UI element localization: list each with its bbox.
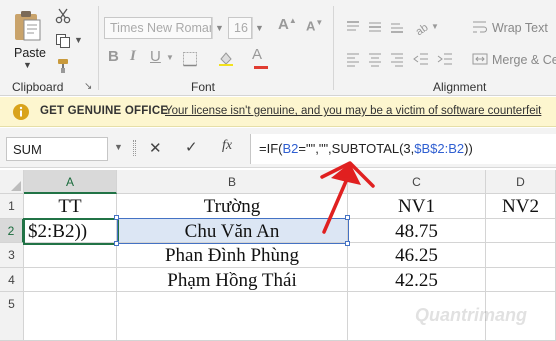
merge-center-button[interactable]: Merge & Cen (492, 53, 556, 67)
orientation-icon[interactable]: ab (413, 19, 429, 35)
formula-text: ="","",SUBTOTAL(3, (298, 141, 415, 156)
select-all-corner[interactable] (0, 170, 24, 194)
align-right-icon[interactable] (389, 51, 405, 67)
insert-function-icon[interactable]: fx (222, 138, 232, 154)
cell-b5[interactable] (117, 292, 348, 341)
ribbon: Paste ▼ ▼ Clipboard ↘ Times New Roman ▼ … (0, 0, 556, 96)
cell-c1[interactable]: NV1 (348, 194, 486, 219)
column-header-c[interactable]: C (348, 170, 486, 194)
underline-dropdown-icon[interactable]: ▼ (166, 53, 174, 62)
cell-a1[interactable]: TT (24, 194, 117, 219)
formula-ref-range: $B$2:B2 (414, 141, 465, 156)
formula-text: =IF( (259, 141, 283, 156)
font-color-swatch (254, 66, 268, 69)
cell-d3[interactable] (486, 243, 556, 268)
increase-font-icon[interactable]: A▲ (278, 16, 297, 33)
cell-b1[interactable]: Trường (117, 194, 348, 219)
cell-b2[interactable]: Chu Văn An (117, 219, 348, 243)
wrap-text-icon[interactable] (472, 19, 488, 35)
formula-bar: SUM ▼ ✕ ✓ fx =IF(B2="","",SUBTOTAL(3,$B$… (0, 128, 556, 168)
align-center-icon[interactable] (367, 51, 383, 67)
range-handle[interactable] (345, 241, 350, 246)
enter-icon[interactable]: ✓ (185, 138, 198, 156)
info-icon (13, 104, 29, 120)
column-header-a[interactable]: A (24, 170, 117, 194)
decrease-font-icon[interactable]: A▼ (306, 18, 323, 33)
cell-d2[interactable] (486, 219, 556, 243)
clipboard-launcher-icon[interactable]: ↘ (84, 81, 92, 92)
font-name-dropdown-icon[interactable]: ▼ (212, 17, 226, 39)
column-header-d[interactable]: D (486, 170, 556, 194)
format-painter-icon[interactable] (55, 58, 71, 74)
cell-c3[interactable]: 46.25 (348, 243, 486, 268)
formula-ref-b2: B2 (282, 141, 299, 156)
cell-b3[interactable]: Phan Đình Phùng (117, 243, 348, 268)
formula-input[interactable]: =IF(B2="","",SUBTOTAL(3,$B$2:B2)) (250, 134, 556, 164)
name-box[interactable]: SUM (6, 137, 108, 161)
formula-bar-grip[interactable] (133, 140, 136, 156)
cell-a4[interactable] (24, 268, 117, 292)
font-size-dropdown-icon[interactable]: ▼ (252, 17, 266, 39)
ribbon-divider (98, 6, 99, 90)
name-box-dropdown-icon[interactable]: ▼ (114, 142, 123, 152)
increase-indent-icon[interactable] (437, 51, 453, 67)
fill-color-icon[interactable] (218, 50, 234, 66)
formula-text: )) (464, 141, 473, 156)
font-name-combobox[interactable]: Times New Roman (104, 17, 212, 39)
column-header-b[interactable]: B (117, 170, 348, 194)
cell-b4[interactable]: Phạm Hồng Thái (117, 268, 348, 292)
paste-button-label[interactable]: Paste (14, 46, 46, 60)
copy-dropdown-icon[interactable]: ▼ (74, 35, 83, 45)
svg-text:ab: ab (414, 22, 429, 35)
bold-icon[interactable]: B (108, 48, 119, 65)
cell-a3[interactable] (24, 243, 117, 268)
cancel-icon[interactable]: ✕ (149, 139, 162, 157)
font-size-combobox[interactable]: 16 (228, 17, 252, 39)
merge-center-icon[interactable] (472, 51, 488, 67)
license-message-bar: GET GENUINE OFFICE Your license isn't ge… (0, 97, 556, 127)
underline-icon[interactable]: U (150, 48, 161, 65)
cell-c2[interactable]: 48.75 (348, 219, 486, 243)
cell-d1[interactable]: NV2 (486, 194, 556, 219)
borders-icon[interactable] (182, 51, 198, 67)
decrease-indent-icon[interactable] (413, 51, 429, 67)
cell-a2[interactable]: $2:B2)) (24, 219, 117, 243)
watermark: Quantrimang (415, 305, 528, 325)
paste-icon[interactable] (12, 10, 42, 42)
orientation-dropdown-icon[interactable]: ▼ (431, 22, 439, 31)
license-warning-link[interactable]: Your license isn't genuine, and you may … (165, 105, 541, 117)
align-middle-icon[interactable] (367, 19, 383, 35)
paste-dropdown-icon[interactable]: ▼ (23, 60, 32, 70)
clipboard-group-label: Clipboard (12, 80, 64, 94)
select-all-icon (11, 181, 21, 191)
wrap-text-button[interactable]: Wrap Text (492, 21, 548, 35)
row-header-4[interactable]: 4 (0, 268, 24, 292)
italic-icon[interactable]: I (130, 48, 136, 65)
align-bottom-icon[interactable] (389, 19, 405, 35)
range-handle[interactable] (114, 241, 119, 246)
alignment-group-label: Alignment (433, 80, 487, 94)
row-header-3[interactable]: 3 (0, 243, 24, 268)
row-header-1[interactable]: 1 (0, 194, 24, 219)
ribbon-divider (333, 6, 334, 90)
align-left-icon[interactable] (345, 51, 361, 67)
cell-d4[interactable] (486, 268, 556, 292)
cell-c4[interactable]: 42.25 (348, 268, 486, 292)
copy-icon[interactable] (55, 33, 71, 49)
cut-icon[interactable] (55, 8, 71, 24)
range-handle[interactable] (345, 215, 350, 220)
font-group-label: Font (191, 80, 216, 94)
align-top-icon[interactable] (345, 19, 361, 35)
font-color-icon[interactable]: A (252, 46, 262, 63)
range-handle[interactable] (114, 215, 119, 220)
cell-a5[interactable] (24, 292, 117, 341)
row-header-2[interactable]: 2 (0, 219, 24, 243)
row-header-5[interactable]: 5 (0, 292, 24, 341)
message-title: GET GENUINE OFFICE (40, 105, 169, 117)
